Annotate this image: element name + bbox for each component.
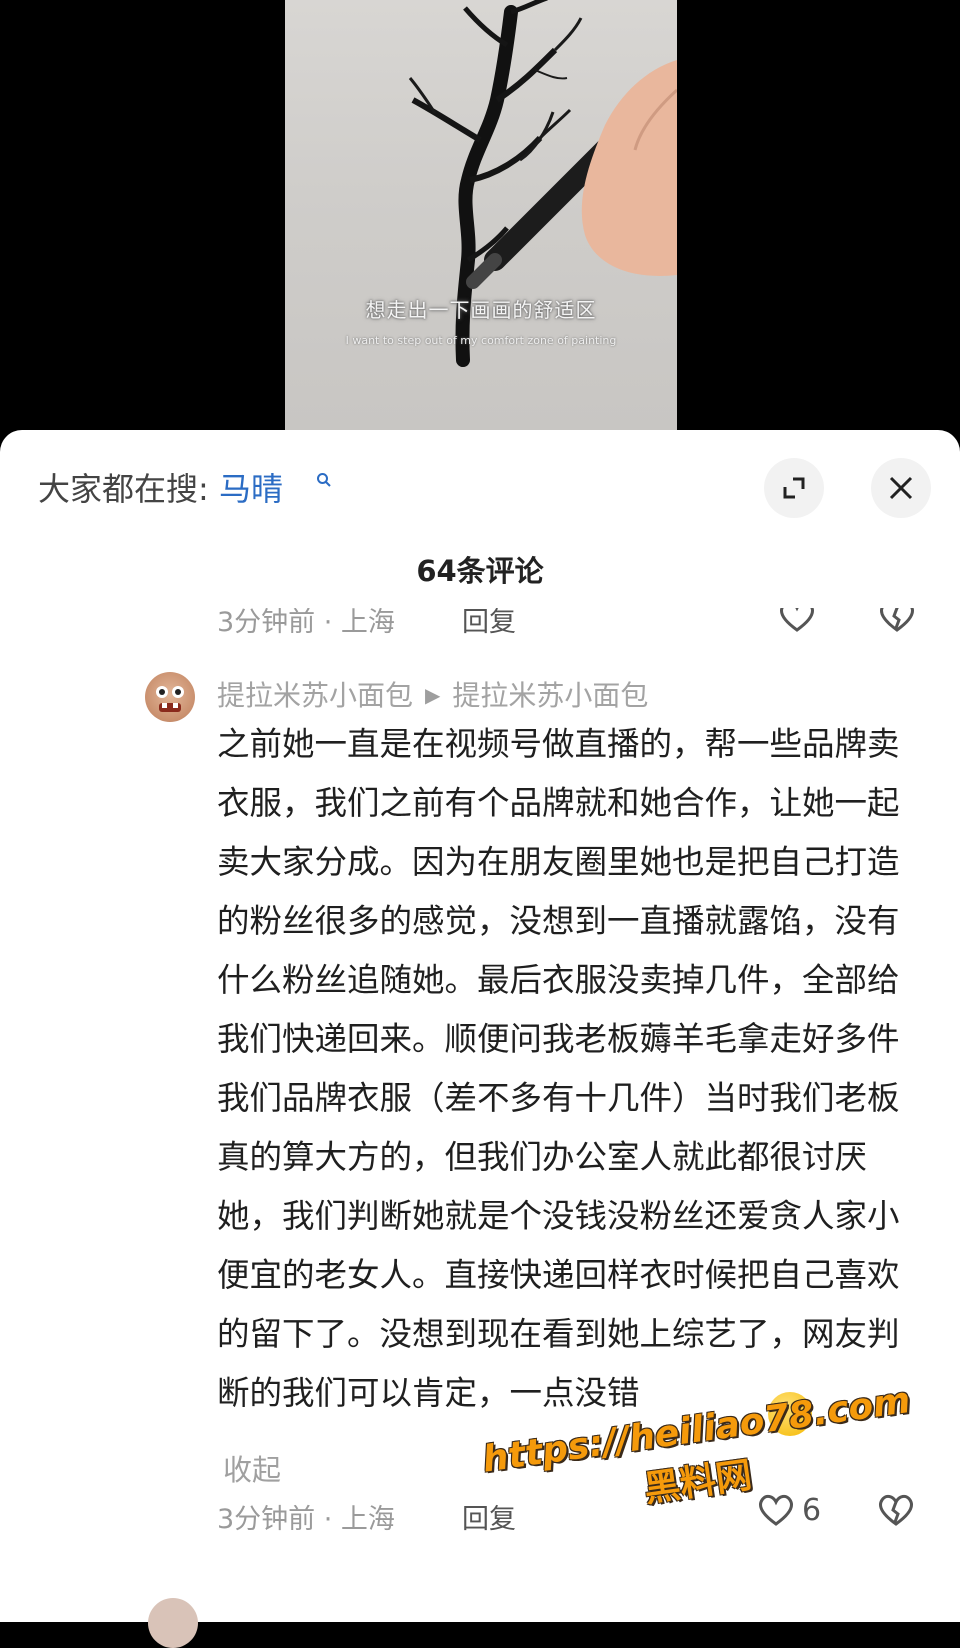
- trending-search-label: 大家都在搜:: [38, 470, 209, 508]
- dislike-icon[interactable]: [876, 1490, 916, 1530]
- comment-time-location: 3分钟前 · 上海: [217, 1504, 395, 1535]
- trending-search-term[interactable]: 马晴: [219, 470, 283, 508]
- close-icon: [889, 476, 913, 500]
- comment-count-title: 64条评论: [416, 554, 544, 588]
- reply-button[interactable]: 回复: [462, 608, 516, 638]
- comment-time-location: 3分钟前 · 上海: [217, 608, 395, 638]
- close-button[interactable]: [871, 458, 931, 518]
- video-subtitle-chinese: 想走出一下画画的舒适区: [365, 298, 597, 322]
- comment-author-row: 提拉米苏小面包 ▶ 提拉米苏小面包: [217, 674, 648, 714]
- video-frame: 想走出一下画画的舒适区 I want to step out of my com…: [285, 0, 677, 430]
- video-subtitle-english: I want to step out of my comfort zone of…: [345, 334, 617, 347]
- previous-comment-footer: 3分钟前 · 上海 回复: [217, 608, 937, 638]
- like-button[interactable]: 6: [756, 1490, 821, 1530]
- search-icon: [317, 473, 331, 487]
- tree-painting-image: [408, 0, 677, 367]
- comment-author[interactable]: 提拉米苏小面包: [217, 679, 413, 712]
- avatar[interactable]: [148, 1598, 198, 1648]
- comment-text: 之前她一直是在视频号做直播的，帮一些品牌卖衣服，我们之前有个品牌就和她合作，让她…: [217, 725, 900, 1412]
- video-player[interactable]: 想走出一下画画的舒适区 I want to step out of my com…: [0, 0, 960, 430]
- expand-icon: [783, 477, 805, 499]
- expand-button[interactable]: [764, 458, 824, 518]
- reply-arrow-icon: ▶: [425, 683, 441, 707]
- like-icon[interactable]: [777, 608, 817, 636]
- dislike-icon[interactable]: [877, 608, 917, 636]
- reply-to-author[interactable]: 提拉米苏小面包: [452, 679, 648, 712]
- trending-search[interactable]: 大家都在搜: 马晴: [38, 464, 283, 510]
- collapse-button[interactable]: 收起: [223, 1447, 281, 1489]
- avatar[interactable]: [145, 672, 195, 722]
- like-count: 6: [802, 1492, 822, 1528]
- avatar-face-icon: [156, 686, 184, 712]
